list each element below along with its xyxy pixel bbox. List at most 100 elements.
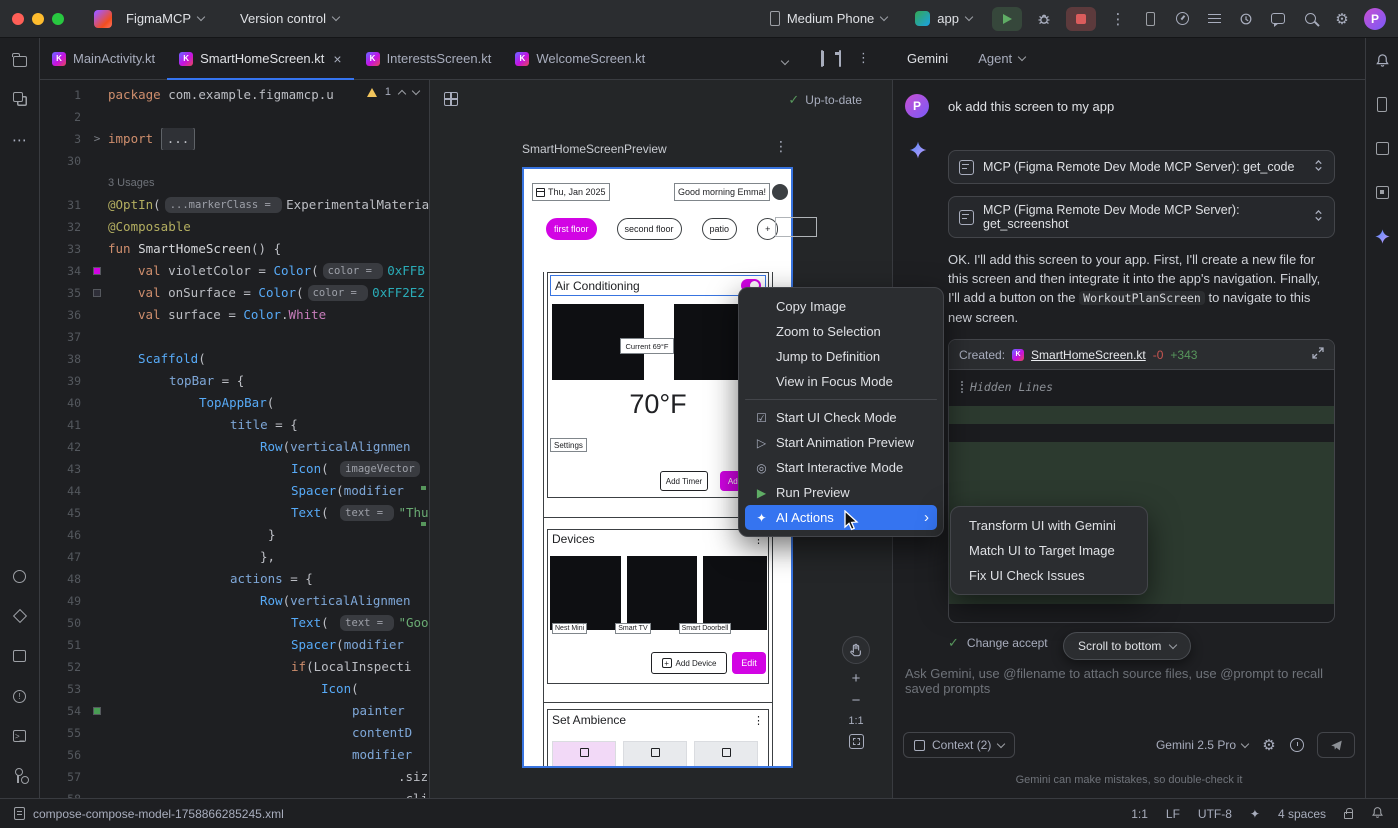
editor-tab[interactable]: K MainActivity.kt × [40, 38, 167, 80]
next-issue-icon[interactable] [412, 86, 420, 94]
close-tab-icon[interactable]: × [333, 51, 341, 67]
tab-agent[interactable]: Agent [978, 51, 1025, 66]
project-folder-icon[interactable] [10, 50, 30, 70]
ambience-card[interactable] [552, 741, 616, 768]
tab-gemini[interactable]: Gemini [907, 51, 948, 66]
tab-options-icon[interactable]: ⋮ [857, 50, 870, 66]
logcat-icon[interactable] [1204, 9, 1224, 29]
context-menu-item[interactable]: ☑ Start UI Check Mode [745, 405, 937, 430]
ac-title-row[interactable]: Air Conditioning [550, 275, 766, 296]
more-tool-windows-icon[interactable]: ⋯ [10, 130, 30, 150]
zoom-in-button[interactable]: + [852, 671, 861, 686]
submenu-item[interactable]: Transform UI with Gemini [957, 513, 1141, 538]
mcp-call-chip[interactable]: MCP (Figma Remote Dev Mode MCP Server): … [948, 196, 1335, 238]
profiler-icon[interactable] [1172, 9, 1192, 29]
device-explorer-icon[interactable] [1372, 138, 1392, 158]
zoom-to-fit-button[interactable] [849, 734, 864, 749]
floor-tab[interactable]: patio [702, 218, 738, 240]
line-ending[interactable]: LF [1166, 807, 1180, 821]
vcs-widget[interactable]: Version control [232, 6, 347, 32]
layout-inspector-icon[interactable] [1372, 182, 1392, 202]
project-selector[interactable]: FigmaMCP [118, 6, 212, 32]
error-stripe-mark[interactable] [421, 486, 426, 490]
readonly-lock-icon[interactable] [1344, 812, 1353, 819]
send-button[interactable] [1317, 732, 1355, 758]
zoom-window-button[interactable] [52, 13, 64, 25]
device-card[interactable] [550, 556, 621, 630]
floor-tab[interactable]: second floor [617, 218, 682, 240]
error-stripe-mark[interactable] [421, 522, 426, 526]
mcp-call-chip[interactable]: MCP (Figma Remote Dev Mode MCP Server): … [948, 150, 1335, 184]
hidden-tabs-chevron-icon[interactable] [782, 52, 788, 67]
edit-button[interactable]: Edit [732, 652, 766, 674]
ambience-card[interactable] [694, 741, 758, 768]
model-selector[interactable]: Gemini 2.5 Pro [1156, 738, 1248, 752]
resource-manager-icon[interactable] [10, 90, 30, 110]
context-menu-item[interactable]: Copy Image [745, 294, 937, 319]
running-devices-icon[interactable] [1372, 94, 1392, 114]
zoom-out-button[interactable]: − [852, 693, 861, 708]
expand-collapse-icon[interactable] [1313, 209, 1324, 225]
gemini-prompt-input[interactable] [905, 666, 1349, 718]
code-editor[interactable]: 1 > package com.example.figmamcp.u 2 > [40, 80, 430, 798]
settings-gear-icon[interactable]: ⚙ [1332, 9, 1352, 29]
float-window-icon[interactable] [839, 51, 841, 66]
context-menu-item[interactable]: Zoom to Selection [745, 319, 937, 344]
color-swatch[interactable] [93, 267, 101, 275]
user-avatar[interactable]: P [1364, 8, 1386, 30]
context-menu-item[interactable]: ◎ Start Interactive Mode [745, 455, 937, 480]
minimize-window-button[interactable] [32, 13, 44, 25]
preview-options-icon[interactable]: ⋮ [774, 138, 788, 155]
ai-status-icon[interactable]: ✦ [1250, 807, 1260, 821]
component-selection-box[interactable] [775, 217, 817, 237]
build-icon[interactable] [10, 646, 30, 666]
debug-button[interactable] [1034, 9, 1054, 29]
terminal-icon[interactable]: >_ [10, 726, 30, 746]
ambience-options-icon[interactable]: ⋮ [753, 714, 764, 727]
created-file-link[interactable]: SmartHomeScreen.kt [1031, 348, 1146, 362]
floor-tab[interactable]: first floor [546, 218, 597, 240]
previous-issue-icon[interactable] [398, 89, 406, 97]
context-menu-item[interactable]: ▷ Start Animation Preview [745, 430, 937, 455]
context-menu-item[interactable] [745, 399, 937, 400]
device-card[interactable] [627, 556, 697, 630]
device-selector[interactable]: Medium Phone [762, 6, 895, 32]
editor-tab[interactable]: K InterestsScreen.kt × [354, 38, 504, 80]
device-card[interactable] [703, 556, 767, 630]
file-encoding[interactable]: UTF-8 [1198, 807, 1232, 821]
feedback-icon[interactable] [1268, 9, 1288, 29]
context-menu-item[interactable]: Jump to Definition [745, 344, 937, 369]
submenu-item[interactable]: Match UI to Target Image [957, 538, 1141, 563]
fold-arrow-icon[interactable]: > [94, 128, 101, 150]
preview-grid-icon[interactable] [444, 92, 458, 106]
status-file-name[interactable]: compose-compose-model-1758866285245.xml [33, 807, 284, 821]
hidden-lines-row[interactable]: Hidden Lines [949, 378, 1334, 396]
inspections-widget[interactable]: 1 [367, 86, 419, 98]
stop-button[interactable] [1066, 7, 1096, 31]
add-timer-button[interactable]: Add Timer [660, 471, 708, 491]
search-icon[interactable] [1300, 9, 1320, 29]
add-device-button[interactable]: + Add Device [651, 652, 727, 674]
indent-setting[interactable]: 4 spaces [1278, 807, 1326, 821]
notifications-icon[interactable] [1371, 806, 1384, 822]
context-menu-item[interactable]: View in Focus Mode [745, 369, 937, 394]
gemini-settings-gear-icon[interactable]: ⚙ [1261, 735, 1277, 755]
color-swatch[interactable] [93, 707, 101, 715]
editor-tab[interactable]: K WelcomeScreen.kt × [503, 38, 657, 80]
context-menu-item[interactable]: ▶ Run Preview [745, 480, 937, 505]
packages-icon[interactable] [10, 606, 30, 626]
zoom-ratio-button[interactable]: 1:1 [848, 715, 863, 727]
ambience-card[interactable] [623, 741, 687, 768]
app-insights-icon[interactable] [1236, 9, 1256, 29]
commit-icon[interactable] [10, 566, 30, 586]
close-window-button[interactable] [12, 13, 24, 25]
gemini-spark-icon[interactable] [1372, 226, 1392, 246]
run-config-selector[interactable]: app [907, 6, 980, 32]
more-actions-button[interactable]: ⋮ [1108, 9, 1128, 29]
expand-collapse-icon[interactable] [1313, 159, 1324, 175]
notifications-bell-icon[interactable] [1372, 50, 1392, 70]
pan-hand-button[interactable] [842, 636, 870, 664]
open-diff-icon[interactable] [1312, 347, 1324, 362]
preview-title[interactable]: SmartHomeScreenPreview [522, 142, 667, 156]
run-button[interactable] [992, 7, 1022, 31]
